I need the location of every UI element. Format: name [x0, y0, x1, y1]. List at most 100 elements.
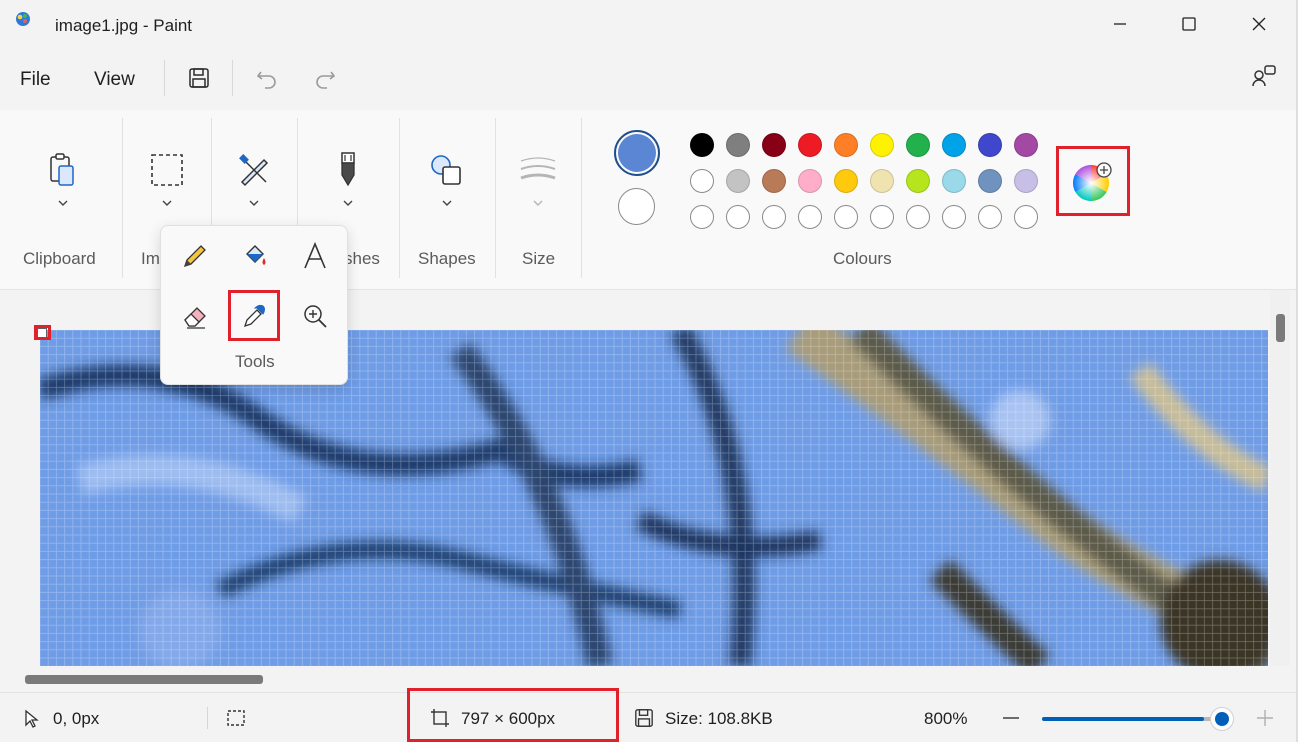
zoom-in-button[interactable]: [1256, 709, 1274, 727]
color-swatch[interactable]: [762, 169, 786, 193]
group-label-clipboard: Clipboard: [23, 249, 96, 268]
primary-color-fill: [618, 134, 656, 172]
chevron-down-icon[interactable]: [56, 198, 70, 208]
cursor-position: 0, 0px: [53, 709, 100, 728]
zoom-level[interactable]: 800%: [924, 709, 967, 729]
file-size: Size: 108.8KB: [665, 709, 773, 728]
collab-button[interactable]: [1247, 60, 1281, 92]
minimize-button[interactable]: [1085, 0, 1155, 48]
collab-icon: [1252, 65, 1276, 87]
vertical-scroll-thumb[interactable]: [1276, 314, 1285, 342]
chevron-down-icon[interactable]: [341, 198, 355, 208]
color-swatch[interactable]: [690, 133, 714, 157]
redo-icon: [316, 71, 336, 89]
custom-color-slot[interactable]: [906, 205, 930, 229]
size-icon: [520, 157, 556, 180]
group-label-colours: Colours: [833, 249, 892, 268]
color-swatch[interactable]: [690, 169, 714, 193]
zoom-slider-thumb[interactable]: [1210, 707, 1234, 731]
horizontal-scroll-thumb[interactable]: [25, 675, 263, 684]
color-swatch[interactable]: [906, 133, 930, 157]
shapes-icon: [431, 155, 461, 185]
clipboard-button[interactable]: [42, 150, 82, 190]
color-swatch[interactable]: [834, 169, 858, 193]
custom-color-slot[interactable]: [978, 205, 1002, 229]
highlight-resize-handle: [34, 325, 51, 340]
color-swatch[interactable]: [1014, 133, 1038, 157]
paint-app-icon: [16, 12, 30, 26]
eraser-icon: [184, 307, 206, 329]
pencil-tool[interactable]: [175, 236, 215, 276]
fill-tool[interactable]: [235, 236, 275, 276]
text-icon: [304, 242, 326, 269]
color-swatch[interactable]: [762, 133, 786, 157]
window-title: image1.jpg - Paint: [55, 16, 193, 35]
highlight-edit-colors: [1056, 146, 1130, 216]
chevron-down-icon[interactable]: [440, 198, 454, 208]
title-bar: image1.jpg - Paint: [0, 0, 1298, 52]
custom-color-slot[interactable]: [834, 205, 858, 229]
color-swatch[interactable]: [870, 169, 894, 193]
custom-color-slot[interactable]: [870, 205, 894, 229]
maximize-icon: [1182, 17, 1196, 31]
zoom-slider[interactable]: [1042, 717, 1222, 721]
color-swatch[interactable]: [798, 133, 822, 157]
select-icon: [151, 154, 183, 186]
group-label-brushes: shes: [344, 249, 380, 268]
redo-button[interactable]: [308, 62, 342, 94]
custom-color-slot[interactable]: [798, 205, 822, 229]
primary-color-button[interactable]: [614, 130, 660, 176]
color-swatch[interactable]: [834, 133, 858, 157]
ribbon-divider: [495, 118, 496, 278]
pointer-icon: [25, 709, 39, 728]
select-button[interactable]: [147, 150, 187, 190]
color-swatch[interactable]: [978, 133, 1002, 157]
color-swatch[interactable]: [1014, 169, 1038, 193]
menu-file[interactable]: File: [20, 69, 51, 91]
color-swatch[interactable]: [798, 169, 822, 193]
minimize-icon: [1114, 23, 1126, 25]
zoom-slider-fill: [1042, 717, 1204, 721]
color-swatch[interactable]: [942, 133, 966, 157]
tools-icon: [239, 154, 269, 187]
color-swatch[interactable]: [942, 169, 966, 193]
magnifier-tool[interactable]: [295, 296, 335, 336]
custom-color-slot[interactable]: [726, 205, 750, 229]
tools-button[interactable]: [234, 150, 274, 190]
file-size-icon: [635, 709, 653, 727]
group-label-shapes: Shapes: [418, 249, 476, 268]
chevron-down-icon[interactable]: [247, 198, 261, 208]
custom-color-slot[interactable]: [690, 205, 714, 229]
color-swatch[interactable]: [870, 133, 894, 157]
zoom-out-button[interactable]: [1002, 710, 1020, 726]
ribbon-divider: [399, 118, 400, 278]
maximize-button[interactable]: [1154, 0, 1224, 48]
menu-view[interactable]: View: [94, 69, 135, 91]
custom-color-slot[interactable]: [1014, 205, 1038, 229]
chevron-down-icon[interactable]: [160, 198, 174, 208]
close-button[interactable]: [1224, 0, 1294, 48]
size-button[interactable]: [518, 150, 558, 190]
save-button[interactable]: [182, 62, 216, 94]
custom-color-slot[interactable]: [762, 205, 786, 229]
custom-color-slot[interactable]: [942, 205, 966, 229]
status-divider: [207, 707, 208, 729]
secondary-color-button[interactable]: [618, 188, 655, 225]
close-icon: [1252, 17, 1266, 31]
selection-size-icon: [227, 710, 245, 726]
color-swatch[interactable]: [726, 133, 750, 157]
color-swatch[interactable]: [906, 169, 930, 193]
vertical-scrollbar[interactable]: [1270, 290, 1290, 666]
undo-button[interactable]: [250, 62, 284, 94]
group-label-image: Im: [141, 249, 160, 268]
ribbon-divider: [122, 118, 123, 278]
menu-divider: [164, 60, 165, 96]
text-tool[interactable]: [295, 236, 335, 276]
color-swatch[interactable]: [726, 169, 750, 193]
brushes-button[interactable]: [328, 150, 368, 190]
pencil-icon: [183, 245, 206, 268]
eraser-tool[interactable]: [175, 296, 215, 336]
shapes-button[interactable]: [426, 150, 466, 190]
color-swatch[interactable]: [978, 169, 1002, 193]
ribbon-divider: [581, 118, 582, 278]
